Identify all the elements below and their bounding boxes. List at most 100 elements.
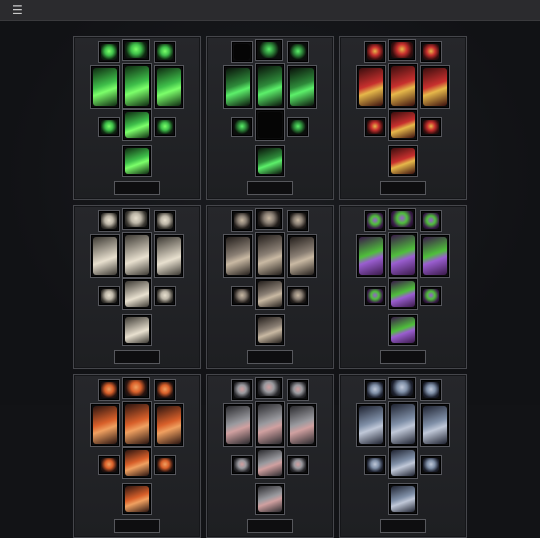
helmet-slot[interactable] (388, 208, 416, 230)
belt-slot[interactable] (255, 447, 285, 479)
ring-slot-right[interactable] (154, 41, 176, 63)
shield-slot[interactable] (287, 234, 317, 278)
bracer-slot-left[interactable] (98, 455, 120, 475)
shield-slot[interactable] (154, 234, 184, 278)
armor-slot[interactable] (122, 63, 152, 109)
bracer-slot-left[interactable] (231, 286, 253, 306)
shield-slot[interactable] (154, 403, 184, 447)
helmet-item-icon (125, 380, 147, 396)
bracer-slot-left[interactable] (364, 455, 386, 475)
weapon-slot[interactable] (356, 234, 386, 278)
armor-slot[interactable] (388, 63, 418, 109)
shield-slot[interactable] (287, 65, 317, 109)
ring-slot-left[interactable] (98, 379, 120, 401)
bracer-slot-left[interactable] (98, 117, 120, 137)
bracer-slot-right[interactable] (420, 286, 442, 306)
bracer-slot-left[interactable] (364, 286, 386, 306)
bracer-slot-right[interactable] (154, 286, 176, 306)
bracer-slot-right[interactable] (420, 455, 442, 475)
belt-slot[interactable] (255, 278, 285, 310)
bracer-slot-left[interactable] (364, 117, 386, 137)
bracer-slot-right[interactable] (154, 455, 176, 475)
ring-slot-right[interactable] (287, 210, 309, 232)
armor-item-icon (258, 235, 282, 275)
boots-slot[interactable] (388, 145, 418, 177)
set-name-bar (247, 350, 293, 364)
shield-item-icon (290, 406, 314, 444)
weapon-slot[interactable] (356, 65, 386, 109)
helmet-slot[interactable] (122, 39, 150, 61)
bracer-slot-left[interactable] (231, 117, 253, 137)
bracer-slot-right[interactable] (287, 117, 309, 137)
weapon-item-icon (226, 406, 250, 444)
boots-slot[interactable] (388, 483, 418, 515)
ring-slot-left[interactable] (98, 41, 120, 63)
armor-slot[interactable] (255, 63, 285, 109)
ring-slot-left[interactable] (231, 379, 253, 401)
armor-slot[interactable] (255, 401, 285, 447)
ring-left-item-icon (367, 44, 383, 60)
ring-slot-left[interactable] (98, 210, 120, 232)
belt-slot[interactable] (122, 447, 152, 479)
weapon-slot[interactable] (223, 65, 253, 109)
boots-slot[interactable] (122, 314, 152, 346)
ring-slot-left[interactable] (364, 41, 386, 63)
ring-slot-right[interactable] (420, 210, 442, 232)
weapon-slot[interactable] (223, 403, 253, 447)
boots-slot[interactable] (255, 483, 285, 515)
ring-slot-right[interactable] (420, 41, 442, 63)
menu-icon[interactable]: ☰ (12, 3, 23, 17)
weapon-slot[interactable] (90, 234, 120, 278)
armor-slot[interactable] (255, 232, 285, 278)
bracer-slot-right[interactable] (287, 455, 309, 475)
helmet-slot[interactable] (122, 377, 150, 399)
bracer-slot-left[interactable] (98, 286, 120, 306)
armor-slot[interactable] (122, 401, 152, 447)
boots-slot[interactable] (255, 314, 285, 346)
weapon-slot[interactable] (223, 234, 253, 278)
ring-right-item-icon (290, 382, 306, 398)
shield-slot[interactable] (154, 65, 184, 109)
boots-slot[interactable] (255, 145, 285, 177)
shield-slot[interactable] (420, 403, 450, 447)
helmet-slot[interactable] (122, 208, 150, 230)
shield-slot[interactable] (420, 65, 450, 109)
bracer-slot-right[interactable] (154, 117, 176, 137)
helmet-slot[interactable] (255, 208, 283, 230)
belt-item-icon (258, 112, 282, 138)
boots-slot[interactable] (388, 314, 418, 346)
boots-slot[interactable] (122, 483, 152, 515)
ring-slot-right[interactable] (420, 379, 442, 401)
shield-item-icon (423, 237, 447, 275)
ring-slot-left[interactable] (231, 210, 253, 232)
boots-slot[interactable] (122, 145, 152, 177)
belt-slot[interactable] (122, 278, 152, 310)
ring-slot-right[interactable] (154, 210, 176, 232)
ring-slot-right[interactable] (287, 41, 309, 63)
bracer-slot-right[interactable] (287, 286, 309, 306)
bracer-slot-left[interactable] (231, 455, 253, 475)
helmet-slot[interactable] (255, 39, 283, 61)
weapon-slot[interactable] (356, 403, 386, 447)
belt-slot[interactable] (388, 109, 418, 141)
ring-slot-right[interactable] (287, 379, 309, 401)
armor-slot[interactable] (388, 401, 418, 447)
belt-slot[interactable] (122, 109, 152, 141)
ring-slot-left[interactable] (231, 41, 253, 63)
ring-slot-right[interactable] (154, 379, 176, 401)
helmet-slot[interactable] (255, 377, 283, 399)
armor-slot[interactable] (388, 232, 418, 278)
ring-slot-left[interactable] (364, 379, 386, 401)
ring-slot-left[interactable] (364, 210, 386, 232)
bracer-slot-right[interactable] (420, 117, 442, 137)
weapon-slot[interactable] (90, 403, 120, 447)
weapon-slot[interactable] (90, 65, 120, 109)
shield-slot[interactable] (287, 403, 317, 447)
helmet-slot[interactable] (388, 377, 416, 399)
shield-slot[interactable] (420, 234, 450, 278)
belt-slot[interactable] (255, 109, 285, 141)
belt-slot[interactable] (388, 447, 418, 479)
helmet-slot[interactable] (388, 39, 416, 61)
armor-slot[interactable] (122, 232, 152, 278)
belt-slot[interactable] (388, 278, 418, 310)
